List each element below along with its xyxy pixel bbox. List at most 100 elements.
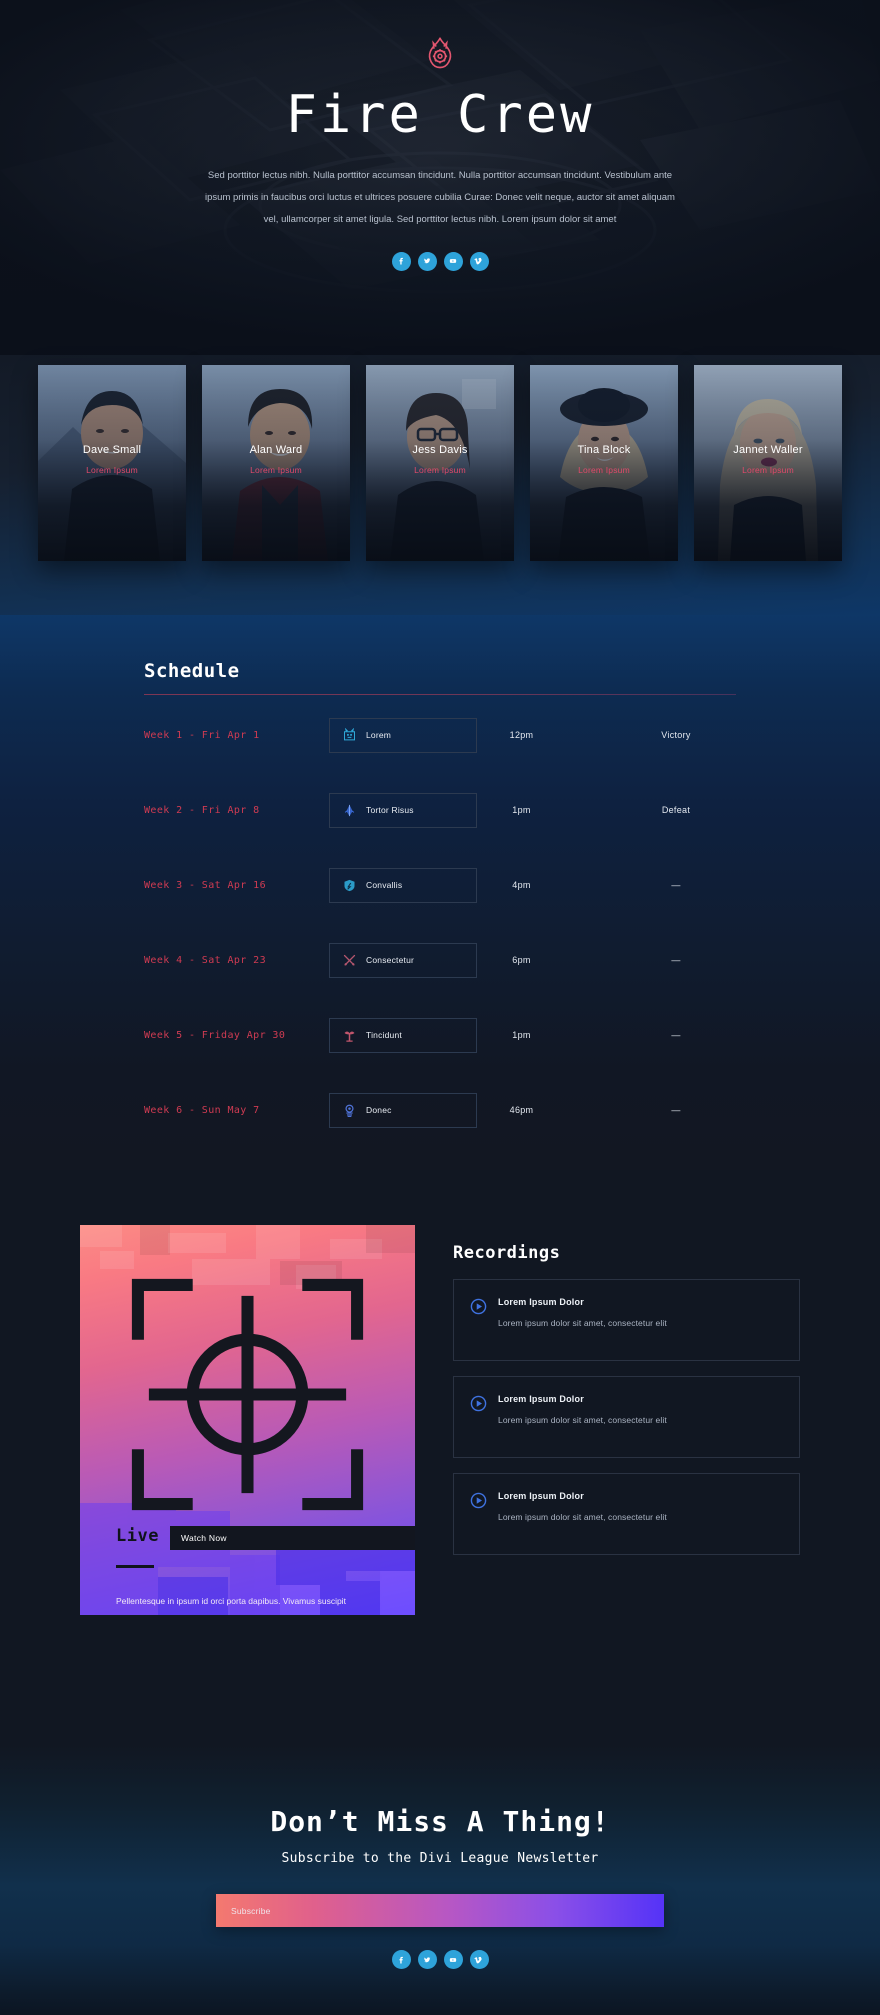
schedule-game-label: Lorem <box>366 730 392 740</box>
schedule-section: Schedule Week 1 - Fri Apr 1 Lorem 12pm V… <box>0 615 880 1170</box>
facebook-icon[interactable] <box>391 251 411 271</box>
schedule-game-label: Tincidunt <box>366 1030 402 1040</box>
team-member-card[interactable]: Jannet Waller Lorem Ipsum <box>694 365 842 561</box>
schedule-game-button[interactable]: Consectetur <box>329 942 477 978</box>
recordings-title: Recordings <box>453 1243 561 1263</box>
recording-description: Lorem ipsum dolor sit amet, consectetur … <box>498 1318 667 1328</box>
member-name: Tina Block <box>577 444 631 456</box>
schedule-title: Schedule <box>144 660 240 682</box>
schedule-result: Victory <box>661 730 691 740</box>
schedule-time: 4pm <box>512 880 531 890</box>
stream-description: Pellentesque in ipsum id orci porta dapi… <box>116 1595 346 1616</box>
schedule-time: 6pm <box>512 955 531 965</box>
schedule-time: 12pm <box>509 730 534 740</box>
subscribe-input[interactable]: Subscribe <box>216 1894 664 1927</box>
newsletter-heading: Don’t Miss A Thing! <box>270 1805 610 1838</box>
schedule-result: — <box>671 880 681 890</box>
schedule-game-button[interactable]: Tincidunt <box>329 1017 477 1053</box>
team-members-row: Dave Small Lorem Ipsum Alan Ward Lorem I… <box>0 365 880 561</box>
recording-heading: Lorem Ipsum Dolor <box>498 1491 584 1501</box>
youtube-icon[interactable] <box>443 251 463 271</box>
hero-social-links <box>0 251 880 271</box>
schedule-row: Week 3 - Sat Apr 16 Convallis 4pm — <box>144 850 736 920</box>
member-role: Lorem Ipsum <box>86 465 138 475</box>
recording-description: Lorem ipsum dolor sit amet, consectetur … <box>498 1512 667 1522</box>
play-icon[interactable] <box>470 1298 487 1315</box>
game-icon-convallis <box>342 878 357 893</box>
member-name: Jess Davis <box>412 444 468 456</box>
play-icon[interactable] <box>470 1395 487 1412</box>
youtube-icon[interactable] <box>443 1950 463 1969</box>
recording-heading: Lorem Ipsum Dolor <box>498 1297 584 1307</box>
page-title: Fire Crew <box>285 85 595 145</box>
schedule-week: Week 5 - Friday Apr 30 <box>144 1029 286 1041</box>
live-stream-card[interactable]: Live Stream Pellentesque in ipsum id orc… <box>80 1225 415 1615</box>
stream-section: Live Stream Pellentesque in ipsum id orc… <box>0 1170 880 1745</box>
member-name: Jannet Waller <box>733 444 803 456</box>
crosshair-target-icon <box>116 1263 379 1526</box>
twitter-icon[interactable] <box>417 1950 437 1969</box>
member-name: Dave Small <box>82 444 142 456</box>
game-icon-tincidunt <box>342 1028 357 1043</box>
game-icon-consectetur <box>342 953 357 968</box>
schedule-row: Week 5 - Friday Apr 30 Tincidunt 1pm — <box>144 1000 736 1070</box>
footer-social-links <box>0 1950 880 1969</box>
recording-heading: Lorem Ipsum Dolor <box>498 1394 584 1404</box>
schedule-week: Week 1 - Fri Apr 1 <box>144 729 260 741</box>
schedule-game-button[interactable]: Lorem <box>329 717 477 753</box>
vimeo-icon[interactable] <box>469 1950 489 1969</box>
member-name: Alan Ward <box>249 444 303 456</box>
vimeo-icon[interactable] <box>469 251 489 271</box>
newsletter-subheading: Subscribe to the Divi League Newsletter <box>281 1851 599 1866</box>
schedule-time: 1pm <box>512 805 531 815</box>
twitter-icon[interactable] <box>417 251 437 271</box>
schedule-game-button[interactable]: Donec <box>329 1092 477 1128</box>
recording-description: Lorem ipsum dolor sit amet, consectetur … <box>498 1415 667 1425</box>
play-icon[interactable] <box>470 1492 487 1509</box>
schedule-week: Week 2 - Fri Apr 8 <box>144 804 260 816</box>
schedule-game-button[interactable]: Convallis <box>329 867 477 903</box>
recordings-column: Recordings Lorem Ipsum Dolor Lorem ipsum… <box>453 1225 800 1570</box>
team-section: Dave Small Lorem Ipsum Alan Ward Lorem I… <box>0 355 880 615</box>
schedule-time: 1pm <box>512 1030 531 1040</box>
team-member-card[interactable]: Tina Block Lorem Ipsum <box>530 365 678 561</box>
recording-item[interactable]: Lorem Ipsum Dolor Lorem ipsum dolor sit … <box>453 1376 800 1458</box>
schedule-divider <box>144 694 736 695</box>
schedule-week: Week 3 - Sat Apr 16 <box>144 879 266 891</box>
game-icon-lorem <box>342 727 357 743</box>
member-role: Lorem Ipsum <box>414 465 466 475</box>
recording-item[interactable]: Lorem Ipsum Dolor Lorem ipsum dolor sit … <box>453 1279 800 1361</box>
schedule-row: Week 6 - Sun May 7 Donec 46pm — <box>144 1075 736 1145</box>
game-icon-tortor <box>342 803 357 818</box>
team-member-card[interactable]: Alan Ward Lorem Ipsum <box>202 365 350 561</box>
newsletter-section: Don’t Miss A Thing! Subscribe to the Div… <box>0 1745 880 2015</box>
schedule-row: Week 4 - Sat Apr 23 Consectetur 6pm — <box>144 925 736 995</box>
schedule-game-button[interactable]: Tortor Risus <box>329 792 477 828</box>
schedule-result: — <box>671 1105 681 1115</box>
stream-title-divider <box>116 1565 154 1568</box>
schedule-row: Week 1 - Fri Apr 1 Lorem 12pm Victory <box>144 700 736 770</box>
schedule-week: Week 6 - Sun May 7 <box>144 1104 260 1116</box>
schedule-game-label: Tortor Risus <box>366 805 414 815</box>
hero-section: Fire Crew Sed porttitor lectus nibh. Nul… <box>0 0 880 355</box>
facebook-icon[interactable] <box>391 1950 411 1969</box>
schedule-result: Defeat <box>661 805 691 815</box>
schedule-game-label: Convallis <box>366 880 403 890</box>
member-role: Lorem Ipsum <box>742 465 794 475</box>
team-member-card[interactable]: Dave Small Lorem Ipsum <box>38 365 186 561</box>
schedule-result: — <box>671 955 681 965</box>
schedule-week: Week 4 - Sat Apr 23 <box>144 954 266 966</box>
team-member-card[interactable]: Jess Davis Lorem Ipsum <box>366 365 514 561</box>
schedule-row: Week 2 - Fri Apr 8 Tortor Risus 1pm Defe… <box>144 775 736 845</box>
schedule-game-label: Consectetur <box>366 955 415 965</box>
recording-item[interactable]: Lorem Ipsum Dolor Lorem ipsum dolor sit … <box>453 1473 800 1555</box>
hero-description: Sed porttitor lectus nibh. Nulla porttit… <box>205 169 675 226</box>
esports-team-page: Fire Crew Sed porttitor lectus nibh. Nul… <box>0 0 880 2015</box>
watch-now-button[interactable]: Watch Now <box>170 1526 415 1550</box>
schedule-result: — <box>671 1030 681 1040</box>
schedule-game-label: Donec <box>366 1105 392 1115</box>
schedule-time: 46pm <box>509 1105 534 1115</box>
game-icon-donec <box>342 1103 357 1118</box>
subscribe-placeholder: Subscribe <box>231 1905 271 1916</box>
member-role: Lorem Ipsum <box>250 465 302 475</box>
